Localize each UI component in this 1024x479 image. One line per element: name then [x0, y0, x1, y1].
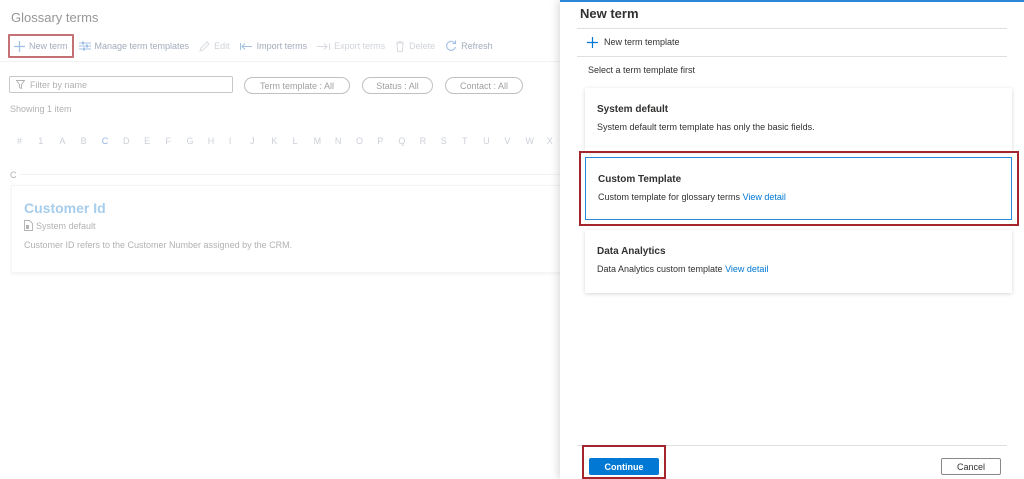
footer-divider: [577, 445, 1007, 446]
alphabet-letter[interactable]: 1: [38, 136, 59, 146]
result-count: Showing 1 item: [10, 104, 72, 114]
alphabet-letter[interactable]: D: [123, 136, 144, 146]
pencil-icon: [199, 40, 210, 52]
template-title: System default: [597, 104, 669, 115]
glossary-page: Glossary terms New term Manage term temp…: [0, 0, 571, 479]
alphabet-letter[interactable]: L: [292, 136, 313, 146]
template-title: Data Analytics: [597, 246, 666, 257]
new-term-panel: New term New term template Select a term…: [560, 0, 1024, 479]
template-description-text: Custom template for glossary terms: [598, 192, 741, 202]
plus-icon: [14, 40, 25, 52]
plus-icon: [587, 36, 598, 48]
alphabet-letter[interactable]: N: [335, 136, 356, 146]
refresh-button[interactable]: Refresh: [440, 34, 498, 58]
alphabet-letter[interactable]: J: [250, 136, 271, 146]
sliders-icon: [78, 41, 91, 51]
toolbar-divider: [0, 61, 560, 62]
import-terms-button[interactable]: Import terms: [235, 34, 313, 58]
template-option-custom-template[interactable]: Custom Template Custom template for glos…: [585, 157, 1012, 220]
alphabet-letter[interactable]: T: [462, 136, 483, 146]
template-title: Custom Template: [598, 174, 682, 185]
new-term-button[interactable]: New term: [8, 34, 74, 58]
refresh-icon: [446, 40, 457, 51]
template-description: Custom template for glossary terms View …: [598, 192, 786, 202]
new-term-template-button[interactable]: New term template: [587, 34, 680, 50]
alphabet-letter[interactable]: M: [314, 136, 335, 146]
alphabet-letter[interactable]: K: [271, 136, 292, 146]
document-icon: [24, 220, 33, 231]
template-description: System default term template has only th…: [597, 122, 815, 132]
alphabet-index: #1 A B C D E F G H I J K L M N O P Q R S T U V W X: [17, 136, 568, 146]
filter-icon: [16, 80, 25, 89]
delete-label: Delete: [409, 41, 436, 51]
term-description: Customer ID refers to the Customer Numbe…: [24, 240, 293, 250]
delete-button[interactable]: Delete: [390, 34, 440, 58]
filter-placeholder: Filter by name: [30, 79, 88, 90]
export-terms-button[interactable]: Export terms: [312, 34, 390, 58]
alphabet-letter[interactable]: B: [81, 136, 102, 146]
new-term-label: New term: [29, 41, 68, 51]
alphabet-letter[interactable]: P: [377, 136, 398, 146]
page-title: Glossary terms: [11, 10, 99, 25]
edit-button[interactable]: Edit: [194, 34, 235, 58]
group-divider: [20, 174, 560, 175]
template-description-text: Data Analytics custom template: [597, 264, 723, 274]
alphabet-letter[interactable]: U: [483, 136, 504, 146]
panel-divider: [577, 28, 1007, 29]
contact-filter[interactable]: Contact : All: [445, 77, 523, 94]
alphabet-letter[interactable]: W: [526, 136, 547, 146]
alphabet-letter[interactable]: F: [165, 136, 186, 146]
cancel-button[interactable]: Cancel: [941, 458, 1001, 475]
term-card[interactable]: Customer Id System default Customer ID r…: [11, 185, 571, 273]
continue-button[interactable]: Continue: [589, 458, 659, 475]
alphabet-letter[interactable]: #: [17, 136, 38, 146]
alphabet-letter[interactable]: R: [420, 136, 441, 146]
view-detail-link[interactable]: View detail: [743, 192, 786, 202]
alphabet-letter[interactable]: I: [229, 136, 250, 146]
alphabet-letter[interactable]: C: [102, 136, 123, 146]
template-description-text: System default term template has only th…: [597, 122, 815, 132]
term-template: System default: [24, 220, 96, 231]
filter-input[interactable]: Filter by name: [9, 76, 233, 93]
export-arrow-icon: [317, 42, 331, 50]
alphabet-letter[interactable]: E: [144, 136, 165, 146]
term-template-label: System default: [36, 220, 96, 231]
template-description: Data Analytics custom template View deta…: [597, 264, 768, 274]
alphabet-letter[interactable]: A: [59, 136, 80, 146]
panel-title: New term: [580, 6, 639, 21]
edit-label: Edit: [214, 41, 230, 51]
import-terms-label: Import terms: [256, 41, 308, 51]
term-name-link[interactable]: Customer Id: [24, 200, 106, 216]
select-template-hint: Select a term template first: [588, 65, 696, 75]
alphabet-letter[interactable]: G: [187, 136, 208, 146]
alphabet-letter[interactable]: V: [504, 136, 525, 146]
trash-icon: [396, 40, 405, 52]
group-letter: C: [10, 170, 17, 180]
export-terms-label: Export terms: [334, 41, 386, 51]
status-filter[interactable]: Status : All: [362, 77, 433, 94]
alphabet-letter[interactable]: Q: [398, 136, 419, 146]
import-arrow-icon: [239, 42, 252, 50]
new-term-template-label: New term template: [604, 37, 680, 47]
panel-accent-line: [560, 0, 1024, 2]
manage-templates-button[interactable]: Manage term templates: [74, 34, 195, 58]
view-detail-link[interactable]: View detail: [725, 264, 768, 274]
toolbar: New term Manage term templates Edit Impo…: [8, 34, 498, 58]
alphabet-letter[interactable]: S: [441, 136, 462, 146]
panel-divider: [577, 56, 1007, 57]
alphabet-letter[interactable]: H: [208, 136, 229, 146]
refresh-label: Refresh: [461, 41, 493, 51]
term-template-filter[interactable]: Term template : All: [244, 77, 350, 94]
template-option-data-analytics[interactable]: Data Analytics Data Analytics custom tem…: [585, 230, 1012, 293]
manage-templates-label: Manage term templates: [94, 41, 190, 51]
alphabet-letter[interactable]: O: [356, 136, 377, 146]
template-option-system-default[interactable]: System default System default term templ…: [585, 88, 1012, 151]
